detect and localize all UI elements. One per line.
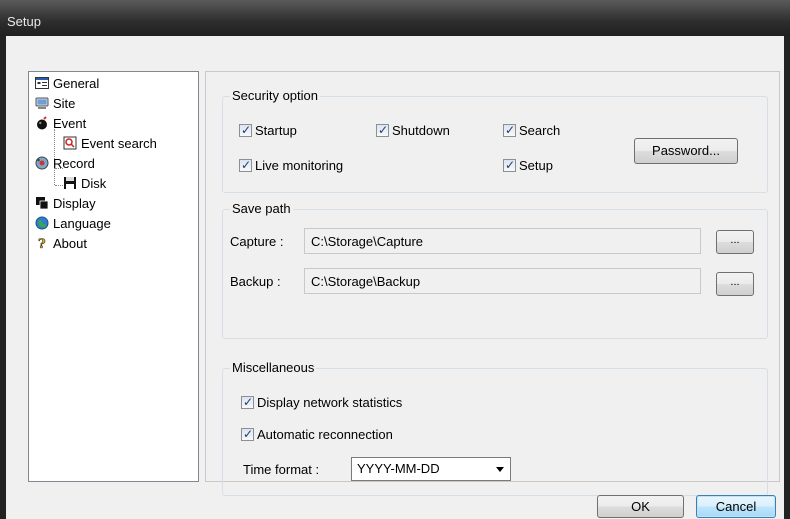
tree-item-label: Event search (81, 136, 157, 151)
checkbox-label: Live monitoring (255, 158, 344, 173)
title-bar[interactable]: Setup (0, 0, 790, 36)
setup-window: Setup General Site Event Event search Re… (0, 0, 790, 519)
setup-checkbox[interactable]: Setup (503, 157, 553, 174)
backup-path-field[interactable]: C:\Storage\Backup (304, 268, 701, 294)
checkbox-label: Automatic reconnection (257, 427, 393, 442)
tree-connector (55, 185, 63, 186)
startup-checkbox[interactable]: Startup (239, 122, 297, 139)
capture-browse-button[interactable]: ... (716, 230, 754, 254)
checkbox-label: Search (519, 123, 561, 138)
group-title-security: Security option (230, 88, 320, 103)
checkbox-box (239, 157, 252, 173)
tree-item-label: Site (53, 96, 76, 111)
event-icon (35, 116, 49, 130)
tree-item-record[interactable]: Record (35, 154, 95, 174)
tree-item-about[interactable]: ? About (35, 234, 87, 254)
network-stats-checkbox[interactable]: Display network statistics (241, 394, 403, 411)
tree-item-site[interactable]: Site (35, 94, 75, 114)
cancel-button[interactable]: Cancel (696, 495, 776, 518)
time-format-select[interactable]: YYYY-MM-DD (351, 457, 511, 481)
capture-label: Capture : (230, 234, 284, 249)
settings-tree: General Site Event Event search Record D… (28, 71, 199, 482)
capture-path-field[interactable]: C:\Storage\Capture (304, 228, 701, 254)
group-title-misc: Miscellaneous (230, 360, 317, 375)
live-monitoring-checkbox[interactable]: Live monitoring (239, 157, 344, 174)
checkbox-label: Startup (255, 123, 297, 138)
save-path-group: Save path Capture : C:\Storage\Capture .… (222, 201, 768, 339)
checkbox-label: Setup (519, 158, 553, 173)
tree-item-event-search[interactable]: Event search (63, 134, 157, 154)
tree-item-label: Disk (81, 176, 107, 191)
checkbox-box (503, 122, 516, 138)
miscellaneous-group: Miscellaneous Display network statistics… (222, 360, 768, 496)
auto-reconnect-checkbox[interactable]: Automatic reconnection (241, 426, 393, 443)
backup-label: Backup : (230, 274, 281, 289)
svg-text:?: ? (38, 237, 46, 250)
checkbox-label: Shutdown (392, 123, 450, 138)
checkbox-box (241, 426, 254, 442)
checkbox-label: Display network statistics (257, 395, 403, 410)
language-icon (35, 216, 49, 230)
chevron-down-icon (496, 467, 504, 472)
general-icon (35, 76, 49, 90)
tree-item-label: Display (53, 196, 96, 211)
checkbox-box (239, 122, 252, 138)
checkbox-box (241, 394, 254, 410)
window-border-right (784, 36, 790, 519)
checkbox-box (503, 157, 516, 173)
disk-icon (63, 176, 77, 190)
tree-item-label: Language (53, 216, 111, 231)
dialog-client-area: General Site Event Event search Record D… (6, 36, 784, 519)
tree-item-language[interactable]: Language (35, 214, 111, 234)
tree-item-event[interactable]: Event (35, 114, 86, 134)
time-format-value: YYYY-MM-DD (357, 461, 440, 476)
tree-item-disk[interactable]: Disk (63, 174, 106, 194)
tree-item-label: Event (53, 116, 87, 131)
backup-browse-button[interactable]: ... (716, 272, 754, 296)
window-title: Setup (7, 14, 41, 29)
tree-item-label: About (53, 236, 87, 251)
password-button[interactable]: Password... (634, 138, 738, 164)
settings-panel: Security option Startup Shutdown Search … (205, 71, 780, 496)
site-icon (35, 96, 49, 110)
tree-item-display[interactable]: Display (35, 194, 96, 214)
display-icon (35, 196, 49, 210)
time-format-label: Time format : (243, 462, 320, 477)
search-checkbox[interactable]: Search (503, 122, 561, 139)
tree-item-label: Record (53, 156, 95, 171)
record-icon (35, 156, 49, 170)
event-search-icon (63, 136, 77, 150)
ok-button[interactable]: OK (597, 495, 684, 518)
tree-item-general[interactable]: General (35, 74, 99, 94)
shutdown-checkbox[interactable]: Shutdown (376, 122, 450, 139)
tree-item-label: General (53, 76, 100, 91)
about-icon: ? (35, 236, 49, 253)
group-title-save-path: Save path (230, 201, 293, 216)
security-option-group: Security option Startup Shutdown Search … (222, 88, 768, 193)
checkbox-box (376, 122, 389, 138)
